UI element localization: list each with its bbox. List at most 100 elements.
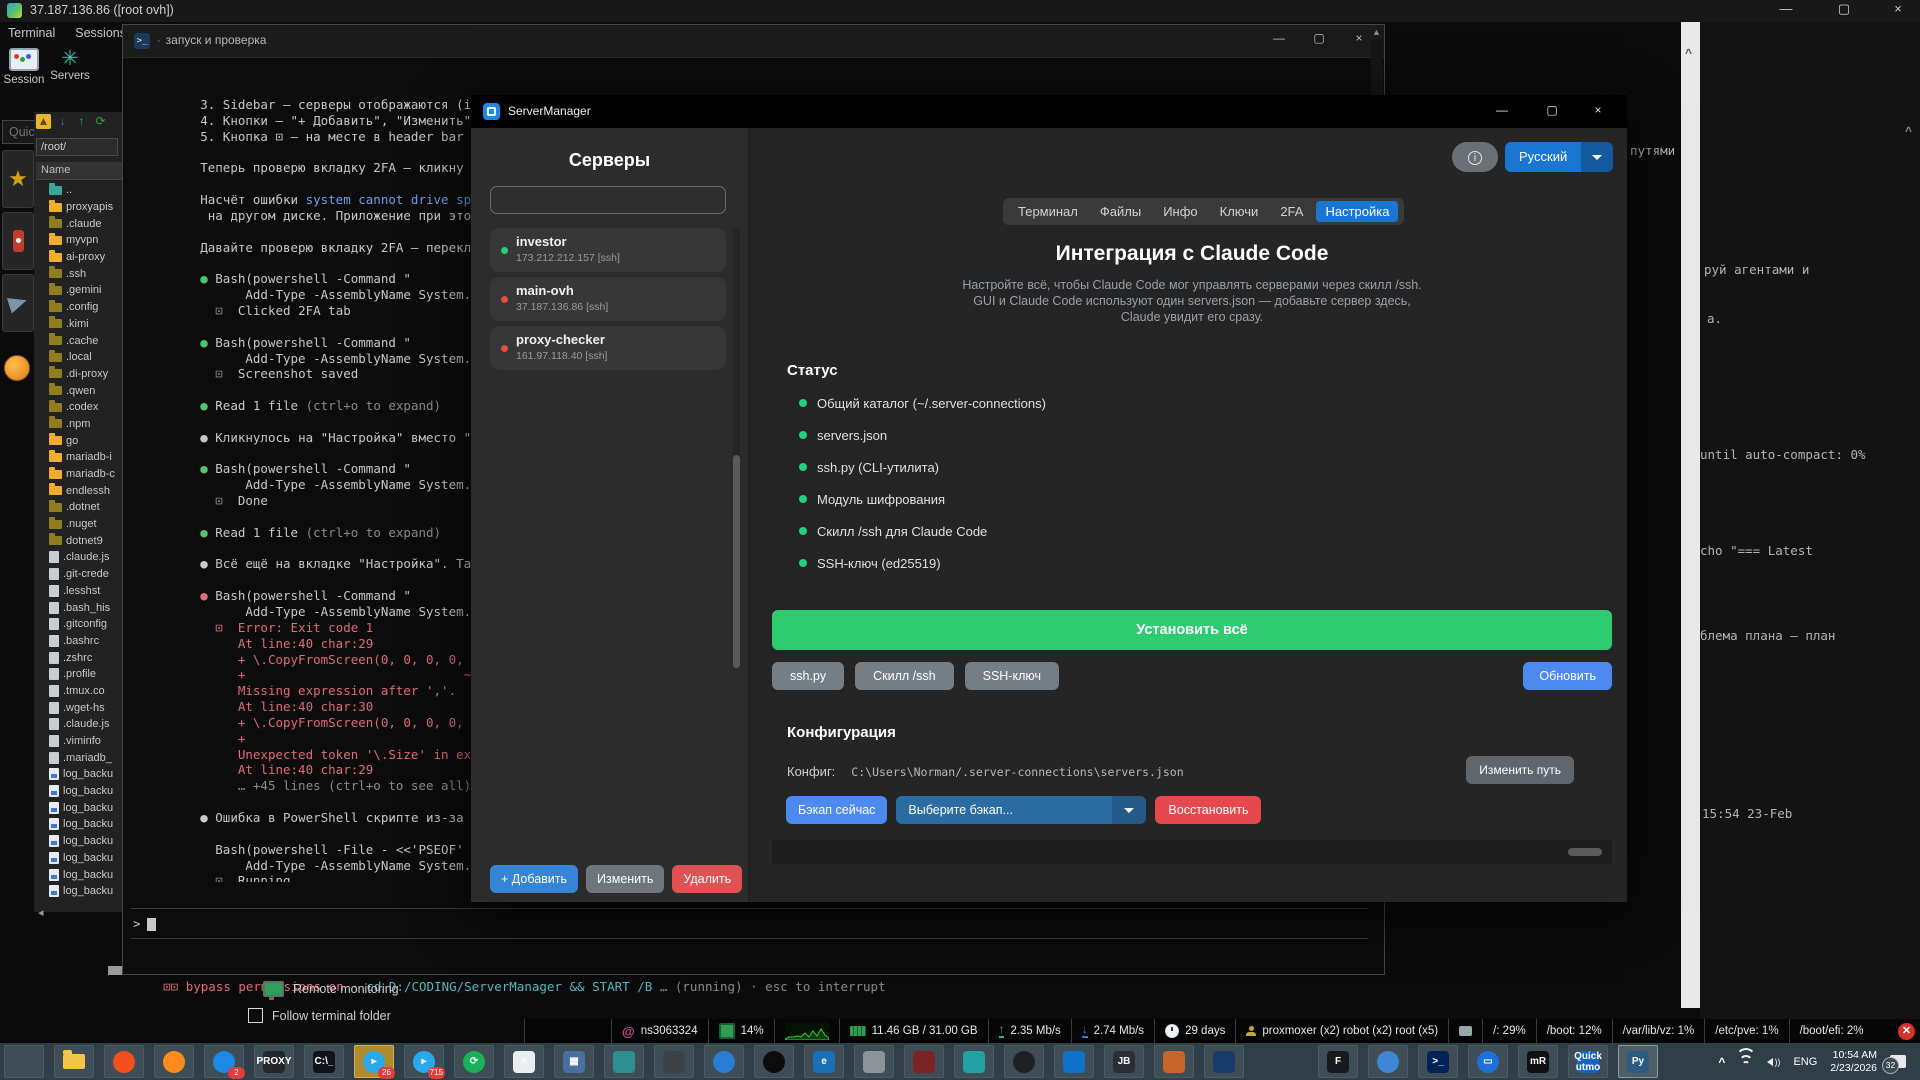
file-row[interactable]: .di-proxy <box>34 366 122 383</box>
file-row[interactable]: .local <box>34 349 122 366</box>
backup-select[interactable]: Выберите бэкап... <box>896 796 1146 824</box>
menu-item[interactable]: Terminal <box>8 26 55 46</box>
favorites-button[interactable]: ★ <box>2 150 34 208</box>
file-row[interactable]: .bash_his <box>34 599 122 616</box>
file-row[interactable]: .npm <box>34 416 122 433</box>
taskbar-tile[interactable] <box>704 1045 744 1078</box>
servermanager-titlebar[interactable]: ServerManager — ▢ × <box>471 95 1627 128</box>
taskbar-tile[interactable]: Py <box>1618 1045 1658 1078</box>
taskbar-tile[interactable] <box>1004 1045 1044 1078</box>
file-row[interactable]: .dotnet <box>34 499 122 516</box>
taskbar-tile[interactable] <box>654 1045 694 1078</box>
install-part-button[interactable]: ssh.py <box>772 662 844 690</box>
taskbar-tile[interactable]: JB <box>1104 1045 1144 1078</box>
file-row[interactable]: .nuget <box>34 516 122 533</box>
file-row[interactable]: .. <box>34 182 122 199</box>
taskbar-tile[interactable] <box>54 1045 94 1078</box>
sftp-name-header[interactable]: Name <box>36 162 125 180</box>
taskbar-tile[interactable] <box>104 1045 144 1078</box>
taskbar-tile[interactable] <box>1368 1045 1408 1078</box>
delete-server-button[interactable]: Удалить <box>672 865 742 893</box>
file-row[interactable]: log_backu <box>34 866 122 883</box>
taskbar-tile[interactable] <box>1054 1045 1094 1078</box>
taskbar-tile[interactable]: ▭ <box>1468 1045 1508 1078</box>
file-row[interactable]: mariadb-c <box>34 466 122 483</box>
file-row[interactable]: mariadb-i <box>34 449 122 466</box>
file-row[interactable]: .mariadb_ <box>34 749 122 766</box>
install-part-button[interactable]: Скилл /ssh <box>855 662 953 690</box>
folder-up-icon[interactable]: ▲ <box>36 114 51 129</box>
volume-icon[interactable]: )) <box>1767 1057 1780 1067</box>
log-scroll-thumb[interactable] <box>1568 848 1602 856</box>
file-row[interactable]: log_backu <box>34 799 122 816</box>
menu-item[interactable]: Sessions <box>75 26 126 46</box>
file-row[interactable]: .viminfo <box>34 733 122 750</box>
taskbar-tile[interactable]: ▸ 715 <box>404 1045 444 1078</box>
taskbar-tile[interactable]: mR <box>1518 1045 1558 1078</box>
server-list-scroll-thumb[interactable] <box>733 455 740 668</box>
refresh-button[interactable]: Обновить <box>1523 662 1612 690</box>
add-server-button[interactable]: + Добавить <box>490 865 578 893</box>
wifi-icon[interactable] <box>1738 1056 1754 1068</box>
terminal-close-icon[interactable]: × <box>1344 31 1374 45</box>
sftp-path-input[interactable] <box>36 138 118 156</box>
log-box[interactable] <box>772 840 1612 864</box>
file-row[interactable]: log_backu <box>34 766 122 783</box>
taskbar-tile[interactable]: Quick utmo <box>1568 1045 1608 1078</box>
tools-button[interactable] <box>2 212 34 270</box>
checkbox-icon[interactable] <box>248 1008 263 1023</box>
taskbar-tile[interactable] <box>4 1045 44 1078</box>
terminal-tab[interactable]: ·запуск и проверка <box>157 33 266 47</box>
taskbar-tile[interactable]: 2 <box>204 1045 244 1078</box>
taskbar-tile[interactable] <box>954 1045 994 1078</box>
taskbar-tile[interactable]: ⟳ <box>454 1045 494 1078</box>
server-search-input[interactable] <box>490 186 726 214</box>
taskbar-tile[interactable] <box>904 1045 944 1078</box>
keyboard-language[interactable]: ENG <box>1793 1056 1817 1068</box>
download-icon[interactable]: ↓ <box>55 114 70 129</box>
file-row[interactable]: dotnet9 <box>34 532 122 549</box>
file-row[interactable]: .ssh <box>34 265 122 282</box>
backup-now-button[interactable]: Бэкап сейчас <box>786 796 887 824</box>
file-row[interactable]: .profile <box>34 666 122 683</box>
file-row[interactable]: .claude.js <box>34 549 122 566</box>
file-row[interactable]: ai-proxy <box>34 249 122 266</box>
taskbar-tile[interactable]: F <box>1318 1045 1358 1078</box>
monitor-close-icon[interactable]: ✕ <box>1898 1023 1915 1040</box>
taskbar-tile[interactable]: C:\_ <box>304 1045 344 1078</box>
file-row[interactable]: .config <box>34 299 122 316</box>
file-row[interactable]: .bashrc <box>34 633 122 650</box>
file-row[interactable]: go <box>34 432 122 449</box>
file-row[interactable]: log_backu <box>34 883 122 900</box>
scroll-up-icon[interactable]: ^ <box>1685 46 1692 60</box>
install-all-button[interactable]: Установить всё <box>772 610 1612 650</box>
file-row[interactable]: .tmux.co <box>34 683 122 700</box>
file-row[interactable]: .git-crede <box>34 566 122 583</box>
tree-scroll-left-icon[interactable]: ◂ <box>38 906 44 919</box>
file-row[interactable]: myvpn <box>34 232 122 249</box>
taskbar-tile[interactable] <box>604 1045 644 1078</box>
file-row[interactable]: .cache <box>34 332 122 349</box>
file-row[interactable]: endlessh <box>34 482 122 499</box>
sm-minimize-icon[interactable]: — <box>1487 103 1517 117</box>
file-row[interactable]: log_backu <box>34 783 122 800</box>
mini-scroll-icon[interactable]: ^ <box>1905 124 1912 138</box>
file-row[interactable]: .claude.js <box>34 716 122 733</box>
follow-terminal-checkbox[interactable]: Follow terminal folder <box>248 1008 391 1023</box>
background-scrollbar[interactable]: ^ <box>1681 22 1700 1008</box>
file-row[interactable]: .qwen <box>34 382 122 399</box>
terminal-prompt[interactable]: > <box>133 916 156 931</box>
taskbar-tile[interactable]: e <box>804 1045 844 1078</box>
upload-icon[interactable]: ↑ <box>74 114 89 129</box>
sm-close-icon[interactable]: × <box>1583 103 1613 117</box>
remote-monitoring-toggle[interactable]: Remote monitoring <box>263 981 399 997</box>
taskbar-tile[interactable] <box>154 1045 194 1078</box>
file-row[interactable]: .lesshst <box>34 583 122 600</box>
file-row[interactable]: .claude <box>34 215 122 232</box>
taskbar-tile[interactable]: PROXY <box>254 1045 294 1078</box>
file-row[interactable]: log_backu <box>34 833 122 850</box>
servers-button[interactable]: ✳ Servers <box>48 48 92 82</box>
taskbar-tile[interactable]: ≡ <box>504 1045 544 1078</box>
file-row[interactable]: .codex <box>34 399 122 416</box>
server-item[interactable]: investor 173.212.212.157 [ssh] <box>490 228 726 272</box>
